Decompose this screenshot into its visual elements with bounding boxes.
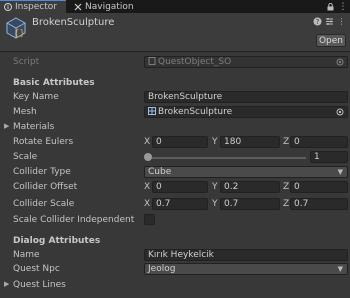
tab-bar: Inspector Navigation ⋮ xyxy=(0,0,350,13)
collider-type-value: Cube xyxy=(148,167,172,177)
help-icon[interactable]: ? xyxy=(313,16,322,26)
key-name-field[interactable]: BrokenSculpture xyxy=(144,91,348,103)
mesh-label: Mesh xyxy=(13,107,37,117)
object-picker-icon[interactable] xyxy=(336,108,344,116)
rotate-x-field[interactable]: 0 xyxy=(152,136,208,148)
y-axis-label: Y xyxy=(212,199,218,209)
quest-npc-label: Quest Npc xyxy=(13,264,60,274)
svg-text:?: ? xyxy=(316,18,320,26)
scale-collider-independent-row: Scale Collider Independent xyxy=(0,214,350,228)
dialog-name-label: Name xyxy=(13,250,40,260)
script-file-icon xyxy=(148,57,156,65)
tab-navigation-label: Navigation xyxy=(85,1,134,12)
chevron-down-icon: ▼ xyxy=(337,265,343,273)
collider-type-row: Collider Type Cube ▼ xyxy=(0,166,350,180)
rotate-eulers-label: Rotate Eulers xyxy=(13,137,74,147)
quest-npc-row: Quest Npc Jeolog ▼ xyxy=(0,263,350,277)
x-axis-label: X xyxy=(144,182,151,192)
script-row: Script QuestObject_SO xyxy=(0,56,350,70)
mesh-icon xyxy=(148,107,156,115)
scale-row: Scale 1 xyxy=(0,151,350,165)
rotate-z-field[interactable]: 0 xyxy=(290,136,348,148)
quest-lines-label: Quest Lines xyxy=(13,280,66,290)
lock-icon[interactable] xyxy=(325,1,335,12)
svg-text:{}: {} xyxy=(14,29,25,39)
foldout-arrow-icon[interactable]: ▶ xyxy=(4,280,9,288)
navigation-icon xyxy=(74,3,82,11)
dialog-attributes-header: Dialog Attributes xyxy=(13,236,101,246)
key-name-label: Key Name xyxy=(13,92,59,102)
scale-label: Scale xyxy=(13,152,38,162)
materials-row[interactable]: ▶ Materials xyxy=(0,121,350,135)
key-name-row: Key Name BrokenSculpture xyxy=(0,91,350,105)
quest-lines-row[interactable]: ▶ Quest Lines xyxy=(0,279,350,293)
z-axis-label: Z xyxy=(283,182,290,192)
scale-slider-thumb[interactable] xyxy=(144,153,152,161)
x-axis-label: X xyxy=(144,199,151,209)
collider-offset-y-field[interactable]: 0.2 xyxy=(220,181,280,193)
collider-offset-label: Collider Offset xyxy=(13,182,78,192)
mesh-field[interactable]: BrokenSculpture xyxy=(144,106,348,118)
collider-offset-z-field[interactable]: 0 xyxy=(290,181,348,193)
collider-scale-y-field[interactable]: 0.7 xyxy=(220,198,280,210)
scale-collider-independent-label: Scale Collider Independent xyxy=(13,215,135,225)
rotate-eulers-row: Rotate Eulers X 0 Y 180 Z 0 xyxy=(0,136,350,150)
z-axis-label: Z xyxy=(283,137,290,147)
collider-offset-x-field[interactable]: 0 xyxy=(152,181,208,193)
presets-icon[interactable] xyxy=(325,16,334,26)
dialog-name-field[interactable]: Kırık Heykelcik xyxy=(144,249,348,261)
open-button[interactable]: Open xyxy=(316,34,346,47)
collider-scale-row: Collider Scale X 0.7 Y 0.7 Z 0.7 xyxy=(0,198,350,212)
object-name: BrokenSculpture xyxy=(32,17,115,28)
mesh-row: Mesh BrokenSculpture xyxy=(0,106,350,120)
materials-label: Materials xyxy=(13,122,55,132)
collider-scale-label: Collider Scale xyxy=(13,199,75,209)
foldout-arrow-icon[interactable]: ▶ xyxy=(4,122,9,130)
basic-attributes-header: Basic Attributes xyxy=(13,78,95,88)
tab-inspector-label: Inspector xyxy=(15,2,57,12)
scale-slider-track[interactable] xyxy=(148,157,306,159)
collider-type-label: Collider Type xyxy=(13,167,71,177)
script-value: QuestObject_SO xyxy=(158,57,232,67)
rotate-y-field[interactable]: 180 xyxy=(220,136,280,148)
z-axis-label: Z xyxy=(283,199,290,209)
script-label: Script xyxy=(13,57,40,67)
x-axis-label: X xyxy=(144,137,151,147)
script-field[interactable]: QuestObject_SO xyxy=(144,56,348,68)
collider-offset-row: Collider Offset X 0 Y 0.2 Z 0 xyxy=(0,181,350,195)
collider-type-dropdown[interactable]: Cube ▼ xyxy=(144,166,348,178)
collider-scale-z-field[interactable]: 0.7 xyxy=(290,198,348,210)
quest-npc-value: Jeolog xyxy=(148,264,176,274)
object-header: {} BrokenSculpture ? ⋮ Open xyxy=(0,13,350,52)
tab-navigation[interactable]: Navigation xyxy=(70,0,138,13)
tab-inspector[interactable]: Inspector xyxy=(0,0,66,13)
kebab-menu-icon[interactable]: ⋮ xyxy=(337,16,346,26)
collider-scale-x-field[interactable]: 0.7 xyxy=(152,198,208,210)
scale-collider-independent-checkbox[interactable] xyxy=(144,214,155,225)
y-axis-label: Y xyxy=(212,182,218,192)
quest-npc-dropdown[interactable]: Jeolog ▼ xyxy=(144,263,348,275)
object-picker-icon[interactable] xyxy=(336,58,344,66)
scriptable-object-icon: {} xyxy=(4,16,28,40)
scale-field[interactable]: 1 xyxy=(310,151,348,163)
dialog-name-row: Name Kırık Heykelcik xyxy=(0,249,350,263)
info-icon xyxy=(4,3,12,11)
chevron-down-icon: ▼ xyxy=(337,168,343,176)
mesh-value: BrokenSculpture xyxy=(158,107,233,117)
kebab-menu-icon[interactable]: ⋮ xyxy=(338,1,348,12)
y-axis-label: Y xyxy=(212,137,218,147)
